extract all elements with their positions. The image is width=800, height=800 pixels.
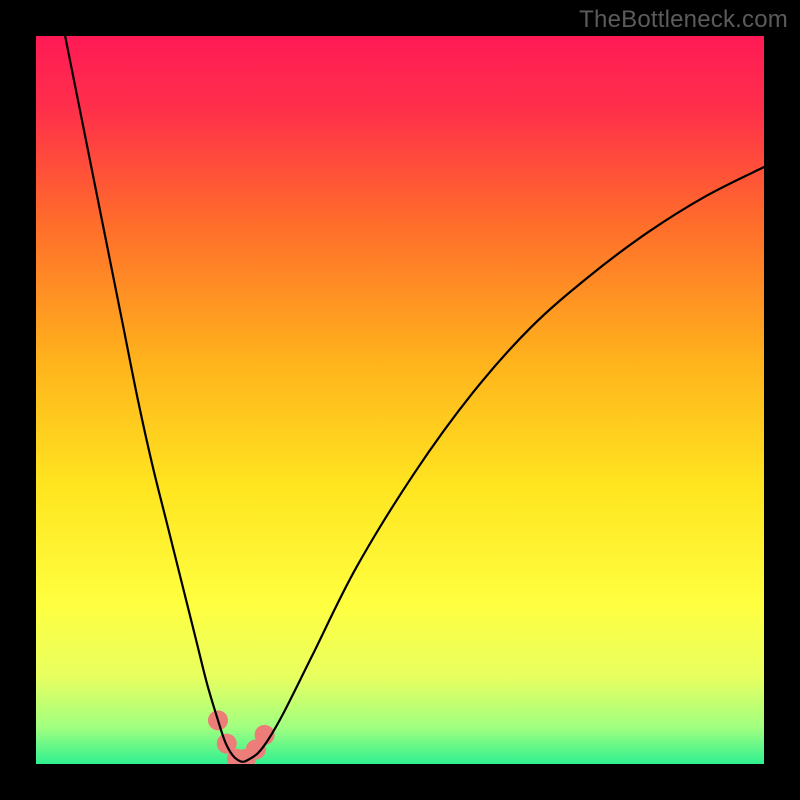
chart-frame: TheBottleneck.com	[0, 0, 800, 800]
bottleneck-curve-chart	[36, 36, 764, 764]
gradient-background	[36, 36, 764, 764]
plot-area	[36, 36, 764, 764]
watermark-text: TheBottleneck.com	[579, 6, 788, 34]
